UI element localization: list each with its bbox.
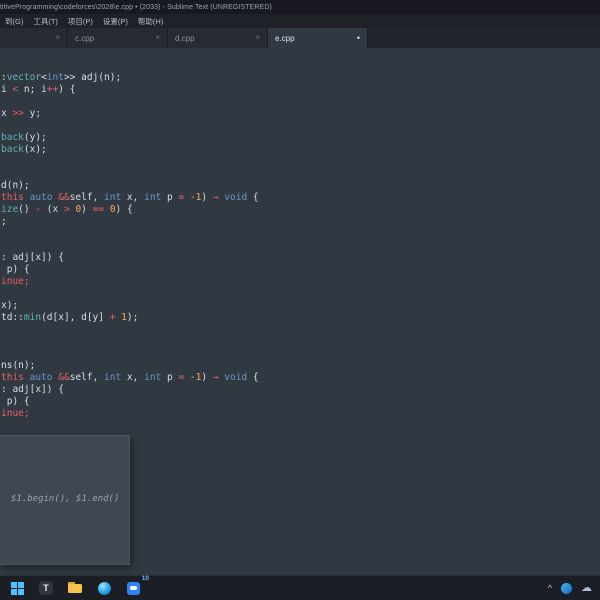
tab-e.cpp[interactable]: e.cpp • (268, 28, 368, 48)
code-line: : adj[x]) { (1, 252, 64, 263)
chat-icon (126, 581, 140, 595)
code-line: this auto &&self, int x, int p = -1) → v… (1, 372, 259, 383)
code-area: :vector<int>> adj(n); i < n; i++) { x >> y… (0, 48, 600, 420)
code-line: p) { (1, 264, 30, 275)
tray-cloud-icon[interactable]: ☁ (581, 582, 592, 594)
taskbar-app-t[interactable]: T (37, 579, 55, 597)
start-button[interactable] (8, 579, 26, 597)
code-line: ; (1, 216, 7, 227)
code-line: : adj[x]) { (1, 384, 64, 395)
notification-badge: 10 (141, 575, 149, 582)
menu-item-2[interactable]: 项目(P) (63, 16, 98, 27)
menu-item-4[interactable]: 帮助(H) (133, 16, 168, 27)
code-line: p) { (1, 396, 30, 407)
code-line: inue; (1, 276, 30, 287)
tray-circle-icon[interactable] (561, 582, 572, 594)
taskbar-app-icons: T 10 (8, 575, 149, 597)
tab-close-icon[interactable]: × (155, 34, 160, 42)
modified-dot-icon[interactable]: • (357, 33, 360, 43)
tab-c.cpp[interactable]: c.cpp × (68, 28, 168, 48)
code-line: ns(n); (1, 360, 36, 371)
code-line: x >> y; (1, 108, 42, 119)
tab-d.cpp[interactable]: d.cpp × (168, 28, 268, 48)
code-line: this auto &&self, int x, int p = -1) → v… (1, 192, 259, 203)
code-line: inue; (1, 408, 30, 419)
editor[interactable]: :vector<int>> adj(n); i < n; i++) { x >> y… (0, 48, 600, 575)
tab-close-icon[interactable]: × (255, 34, 260, 42)
code-line: ize() - (x > 0) == 0) { (1, 204, 133, 215)
code-line: td::min(d[x], d[y] + 1); (1, 312, 139, 323)
code-line: :vector<int>> adj(n); (1, 72, 122, 83)
tray-chevron-icon[interactable]: ^ (548, 583, 552, 593)
edge-icon (97, 581, 111, 595)
code-line: back(x); (1, 144, 47, 155)
taskbar-file-explorer[interactable] (66, 579, 84, 597)
menu-item-3[interactable]: 设置(P) (98, 16, 133, 27)
menu-item-1[interactable]: 工具(T) (28, 16, 63, 27)
snippet-preview: $1.begin(), $1.end() (11, 494, 120, 504)
tab-label: d.cpp (175, 33, 195, 43)
title-bar[interactable]: titiveProgramming\codeforces\2028\e.cpp … (0, 0, 600, 14)
code-line: d(n); (1, 180, 30, 191)
menu-bar: 到(G) 工具(T) 项目(P) 设置(P) 帮助(H) (0, 14, 600, 28)
code-line: back(y); (1, 132, 47, 143)
tab-close-icon[interactable]: × (55, 34, 60, 42)
tab-partial[interactable]: × (0, 28, 68, 48)
code-line: i < n; i++) { (1, 84, 76, 95)
taskbar: T 10 ^ ☁ (0, 575, 600, 600)
t-app-icon: T (39, 581, 53, 595)
tab-bar: × c.cpp × d.cpp × e.cpp • (0, 28, 600, 48)
tab-label: e.cpp (275, 33, 295, 43)
code-line: x); (1, 300, 19, 311)
sublime-window: titiveProgramming\codeforces\2028\e.cpp … (0, 0, 600, 600)
autocomplete-popup: $1.begin(), $1.end() (0, 435, 130, 565)
taskbar-chat[interactable]: 10 (124, 575, 149, 597)
menu-item-0[interactable]: 到(G) (0, 16, 28, 27)
system-tray: ^ ☁ (548, 582, 592, 594)
tab-label: c.cpp (75, 33, 95, 43)
folder-icon (68, 582, 82, 594)
window-title: titiveProgramming\codeforces\2028\e.cpp … (0, 3, 272, 11)
taskbar-edge[interactable] (95, 579, 113, 597)
windows-logo-icon (10, 581, 24, 595)
